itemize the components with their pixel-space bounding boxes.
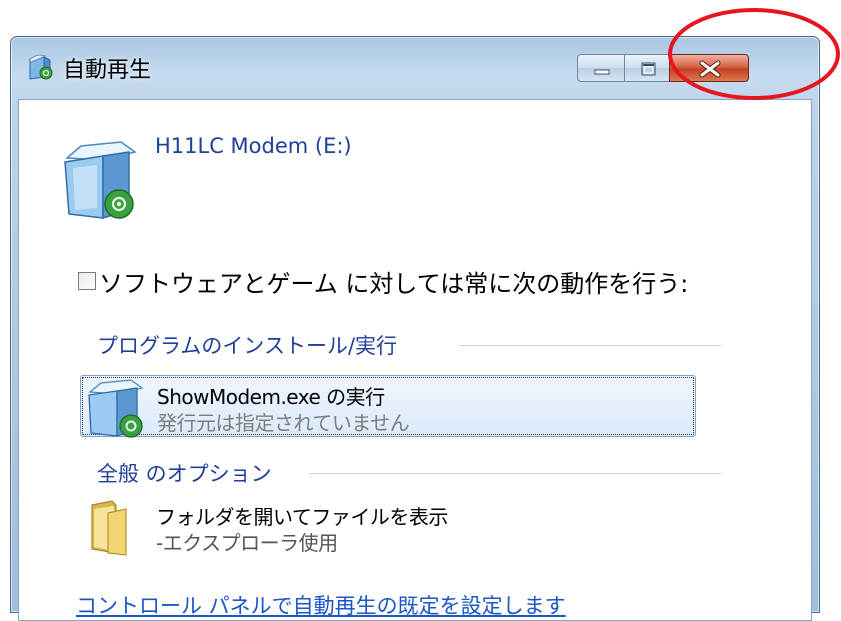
modem-device-icon <box>64 141 137 220</box>
maximize-icon <box>641 62 656 76</box>
general-group-heading: 全般 のオプション <box>97 458 280 488</box>
autoplay-icon <box>28 54 53 80</box>
device-name: H11LC Modem (E:) <box>155 134 352 158</box>
maximize-button[interactable] <box>624 54 670 82</box>
run-program-title: ShowModem.exe の実行 <box>157 385 385 409</box>
folder-icon <box>91 500 127 556</box>
always-do-label[interactable]: ソフトウェアとゲーム に対しては常に次の動作を行う: <box>99 264 688 299</box>
close-button[interactable] <box>669 54 749 82</box>
install-group-heading: プログラムのインストール/実行 <box>97 330 406 360</box>
title-bar[interactable]: 自動再生 <box>11 37 819 97</box>
modem-program-icon <box>88 379 144 438</box>
open-folder-option[interactable]: フォルダを開いてファイルを表示 -エクスプローラ使用 <box>80 495 696 557</box>
open-folder-title: フォルダを開いてファイルを表示 <box>156 505 448 529</box>
general-group-divider <box>309 473 721 474</box>
run-program-publisher: 発行元は指定されていません <box>157 411 410 435</box>
control-panel-link[interactable]: コントロール パネルで自動再生の既定を設定します <box>76 590 566 620</box>
close-icon <box>699 60 721 78</box>
autoplay-window: 自動再生 H11LC Modem (E:) ソフトウェアとゲーム に対しては常に… <box>10 36 820 621</box>
run-program-option[interactable]: ShowModem.exe の実行 発行元は指定されていません <box>80 375 696 438</box>
window-title: 自動再生 <box>63 58 152 83</box>
minimize-button[interactable] <box>577 54 625 82</box>
autoplay-content: H11LC Modem (E:) ソフトウェアとゲーム に対しては常に次の動作を… <box>18 99 812 621</box>
minimize-icon <box>594 69 610 75</box>
open-folder-subtitle: -エクスプローラ使用 <box>156 531 338 555</box>
install-group-divider <box>459 345 721 346</box>
always-do-checkbox[interactable] <box>78 272 96 290</box>
